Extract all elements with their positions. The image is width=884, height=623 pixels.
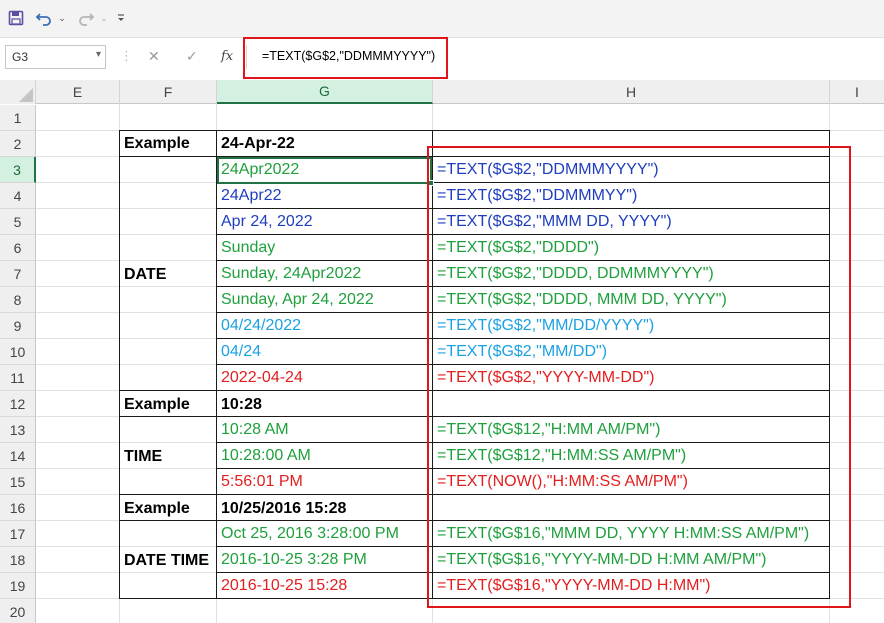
formulas-highlight-box [427,146,851,608]
label-example-datetime: Example [124,500,190,517]
select-all-corner[interactable] [0,80,36,104]
row-header-8[interactable]: 8 [0,287,36,313]
row-header-10[interactable]: 10 [0,339,36,365]
result-value[interactable]: Sunday, Apr 24, 2022 [217,287,374,313]
label-datetime: DATE TIME [124,552,210,569]
example-date-value[interactable]: 24-Apr-22 [217,131,295,157]
result-value[interactable]: Sunday [217,235,275,261]
name-box[interactable]: G3 ▾ [5,45,106,69]
quick-access-toolbar: ⌄ ⌄ [0,0,884,38]
row-header-5[interactable]: 5 [0,209,36,235]
row-header-6[interactable]: 6 [0,235,36,261]
column-header-bar: E F G H I [0,80,884,104]
result-value[interactable]: 10:28:00 AM [217,443,311,469]
insert-function-icon[interactable]: fx [221,49,233,64]
result-value[interactable]: 2022-04-24 [217,365,303,391]
column-header-f[interactable]: F [120,80,217,104]
example-datetime-value[interactable]: 10/25/2016 15:28 [217,496,346,522]
name-box-value: G3 [12,50,29,64]
row-header-18[interactable]: 18 [0,547,36,573]
row-header-7[interactable]: 7 [0,261,36,287]
active-cell-selection [217,157,432,184]
column-header-i[interactable]: I [830,80,884,104]
result-value[interactable]: 5:56:01 PM [217,469,303,495]
row-header-9[interactable]: 9 [0,313,36,339]
result-value[interactable]: 04/24 [217,339,261,365]
row-header-12[interactable]: 12 [0,391,36,417]
row-header-11[interactable]: 11 [0,365,36,391]
cancel-icon[interactable]: ✕ [148,48,160,65]
undo-icon[interactable] [34,6,54,30]
result-value[interactable]: 2016-10-25 3:28 PM [217,547,367,573]
customize-qat-icon[interactable] [114,6,128,30]
row-header-13[interactable]: 13 [0,417,36,443]
row-header-17[interactable]: 17 [0,521,36,547]
result-value[interactable]: 2016-10-25 15:28 [217,573,347,599]
row-header-20[interactable]: 20 [0,599,36,623]
label-date: DATE [124,266,167,283]
undo-dropdown-icon[interactable]: ⌄ [56,6,68,30]
row-header-3[interactable]: 3 [0,157,36,183]
column-header-e[interactable]: E [36,80,120,104]
row-header-15[interactable]: 15 [0,469,36,495]
save-icon[interactable] [6,6,26,30]
enter-icon[interactable]: ✓ [186,48,198,65]
row-header-4[interactable]: 4 [0,183,36,209]
result-value[interactable]: Oct 25, 2016 3:28:00 PM [217,521,399,547]
redo-dropdown-icon[interactable]: ⌄ [98,6,110,30]
label-time: TIME [124,448,163,465]
result-value[interactable]: Sunday, 24Apr2022 [217,261,361,287]
formula-bar-grip-icon: ⋮ [120,48,133,63]
row-header-16[interactable]: 16 [0,495,36,521]
row-header-19[interactable]: 19 [0,573,36,599]
result-value[interactable]: 04/24/2022 [217,313,301,339]
result-value[interactable]: Apr 24, 2022 [217,209,313,235]
excel-window: ⌄ ⌄ G3 ▾ ⋮ ✕ ✓ fx =TEXT($G$2,"DDMMMYYYY"… [0,0,884,623]
row-header-1[interactable]: 1 [0,105,36,131]
row-header-14[interactable]: 14 [0,443,36,469]
name-box-dropdown-icon[interactable]: ▾ [96,49,101,60]
column-header-h[interactable]: H [433,80,830,104]
label-example-time: Example [124,396,190,413]
column-header-g[interactable]: G [217,80,433,104]
result-value[interactable]: 10:28 AM [217,417,289,443]
label-example-date: Example [124,135,190,152]
table-border-v [119,130,120,599]
redo-icon[interactable] [76,6,96,30]
example-time-value[interactable]: 10:28 [217,392,262,418]
row-header-2[interactable]: 2 [0,131,36,157]
result-value[interactable]: 24Apr22 [217,183,282,209]
formula-highlight-box [243,37,448,79]
